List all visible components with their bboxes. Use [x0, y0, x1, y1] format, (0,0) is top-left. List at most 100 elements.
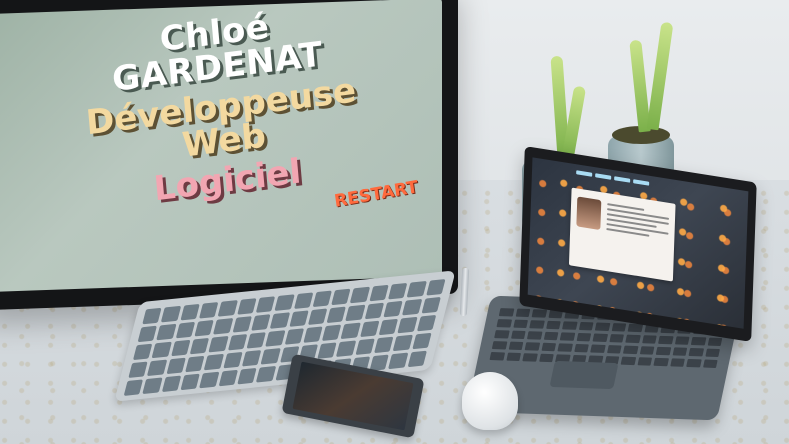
keyboard-key: [260, 348, 281, 365]
keyboard-key: [340, 322, 361, 340]
keyboard-key: [199, 371, 220, 389]
laptop-key: [658, 335, 674, 345]
keyboard-key: [374, 336, 394, 354]
keyboard-key: [317, 342, 338, 359]
keyboard-key: [208, 335, 229, 353]
laptop-key: [608, 334, 624, 343]
laptop-key: [573, 343, 589, 353]
keyboard-key: [137, 325, 158, 343]
keyboard-key: [345, 304, 366, 322]
keyboard-key: [406, 280, 427, 298]
keyboard-key: [237, 367, 257, 385]
keyboard-key: [151, 341, 172, 359]
laptop-key: [690, 336, 706, 346]
keyboard-key: [147, 359, 167, 377]
laptop-site-nav: [576, 170, 650, 186]
laptop-key: [611, 323, 627, 332]
keyboard-key: [180, 303, 200, 321]
keyboard-key: [364, 302, 385, 320]
keyboard-key: [161, 375, 182, 393]
laptop-screen: [527, 157, 749, 329]
keyboard-key: [421, 296, 441, 314]
keyboard-key: [123, 379, 144, 396]
keyboard-key: [407, 350, 427, 368]
laptop-key: [512, 319, 528, 329]
laptop-trackpad: [549, 360, 619, 390]
keyboard-key: [166, 357, 186, 375]
keyboard-key: [217, 300, 238, 317]
laptop-key: [688, 347, 704, 357]
laptop-key: [562, 321, 578, 330]
keyboard-key: [288, 310, 309, 327]
keyboard-key: [255, 296, 276, 313]
keyboard-key: [326, 306, 347, 324]
keyboard-key: [132, 343, 153, 361]
laptop-key: [559, 332, 575, 341]
laptop-key: [508, 341, 524, 351]
laptop-key: [606, 345, 622, 354]
keyboard-key: [241, 350, 262, 367]
laptop-key: [545, 320, 561, 330]
laptop-key: [686, 358, 702, 368]
keyboard-key: [303, 326, 323, 343]
keyboard-key: [331, 288, 351, 306]
laptop-key: [672, 347, 688, 356]
keyboard-key: [425, 279, 446, 296]
keyboard-key: [402, 298, 422, 316]
laptop-key: [576, 332, 592, 342]
laptop-site-tab: [614, 176, 631, 183]
keyboard-key: [293, 292, 314, 309]
laptop-site-tab: [595, 173, 612, 180]
laptop-key: [498, 308, 514, 317]
keyboard-key: [388, 352, 409, 370]
keyboard-key: [383, 300, 404, 318]
laptop-key: [622, 345, 639, 355]
keyboard-key: [218, 369, 238, 387]
keyboard-key: [411, 332, 432, 350]
laptop-key: [515, 308, 531, 318]
keyboard-key: [232, 316, 252, 333]
keyboard-key: [397, 316, 418, 334]
laptop-key: [522, 353, 538, 362]
laptop-key: [557, 343, 573, 352]
keyboard-key: [359, 320, 380, 338]
keyboard-key: [369, 284, 389, 302]
keyboard-key: [307, 308, 328, 325]
keyboard-key: [194, 319, 214, 337]
keyboard-key: [222, 351, 243, 369]
keyboard-key: [156, 323, 177, 341]
keyboard-key: [393, 334, 413, 352]
keyboard-key: [246, 332, 267, 349]
laptop-key: [639, 346, 655, 355]
keyboard-key: [142, 377, 163, 394]
keyboard-key: [180, 373, 201, 391]
keyboard-key: [284, 328, 304, 345]
laptop-key: [653, 357, 669, 367]
keyboard-key: [198, 302, 219, 319]
keyboard-key: [416, 314, 437, 332]
laptop-key: [594, 322, 610, 331]
keyboard-key: [312, 290, 333, 308]
laptop-key: [540, 342, 557, 352]
keyboard-key: [265, 330, 285, 347]
laptop-key: [590, 344, 606, 353]
hero-heading: Chloé GARDENAT Développeuse Web Logiciel: [49, 0, 394, 217]
keyboard-key: [175, 321, 196, 339]
laptop-key: [505, 352, 521, 362]
laptop-key: [707, 337, 723, 346]
laptop-key: [704, 348, 720, 357]
keyboard-key: [378, 318, 399, 336]
keyboard-key: [336, 340, 356, 357]
laptop-profile-card: [568, 187, 676, 282]
keyboard-key: [142, 307, 162, 325]
laptop-key: [496, 319, 512, 328]
laptop-key: [531, 309, 547, 318]
keyboard-key: [355, 338, 375, 356]
keyboard-key: [388, 282, 408, 300]
laptop-key: [538, 353, 554, 363]
laptop-key: [543, 331, 559, 341]
keyboard-key: [236, 298, 257, 315]
keyboard-key: [269, 312, 290, 329]
keyboard-key: [170, 339, 191, 357]
keyboard-key: [227, 334, 248, 351]
